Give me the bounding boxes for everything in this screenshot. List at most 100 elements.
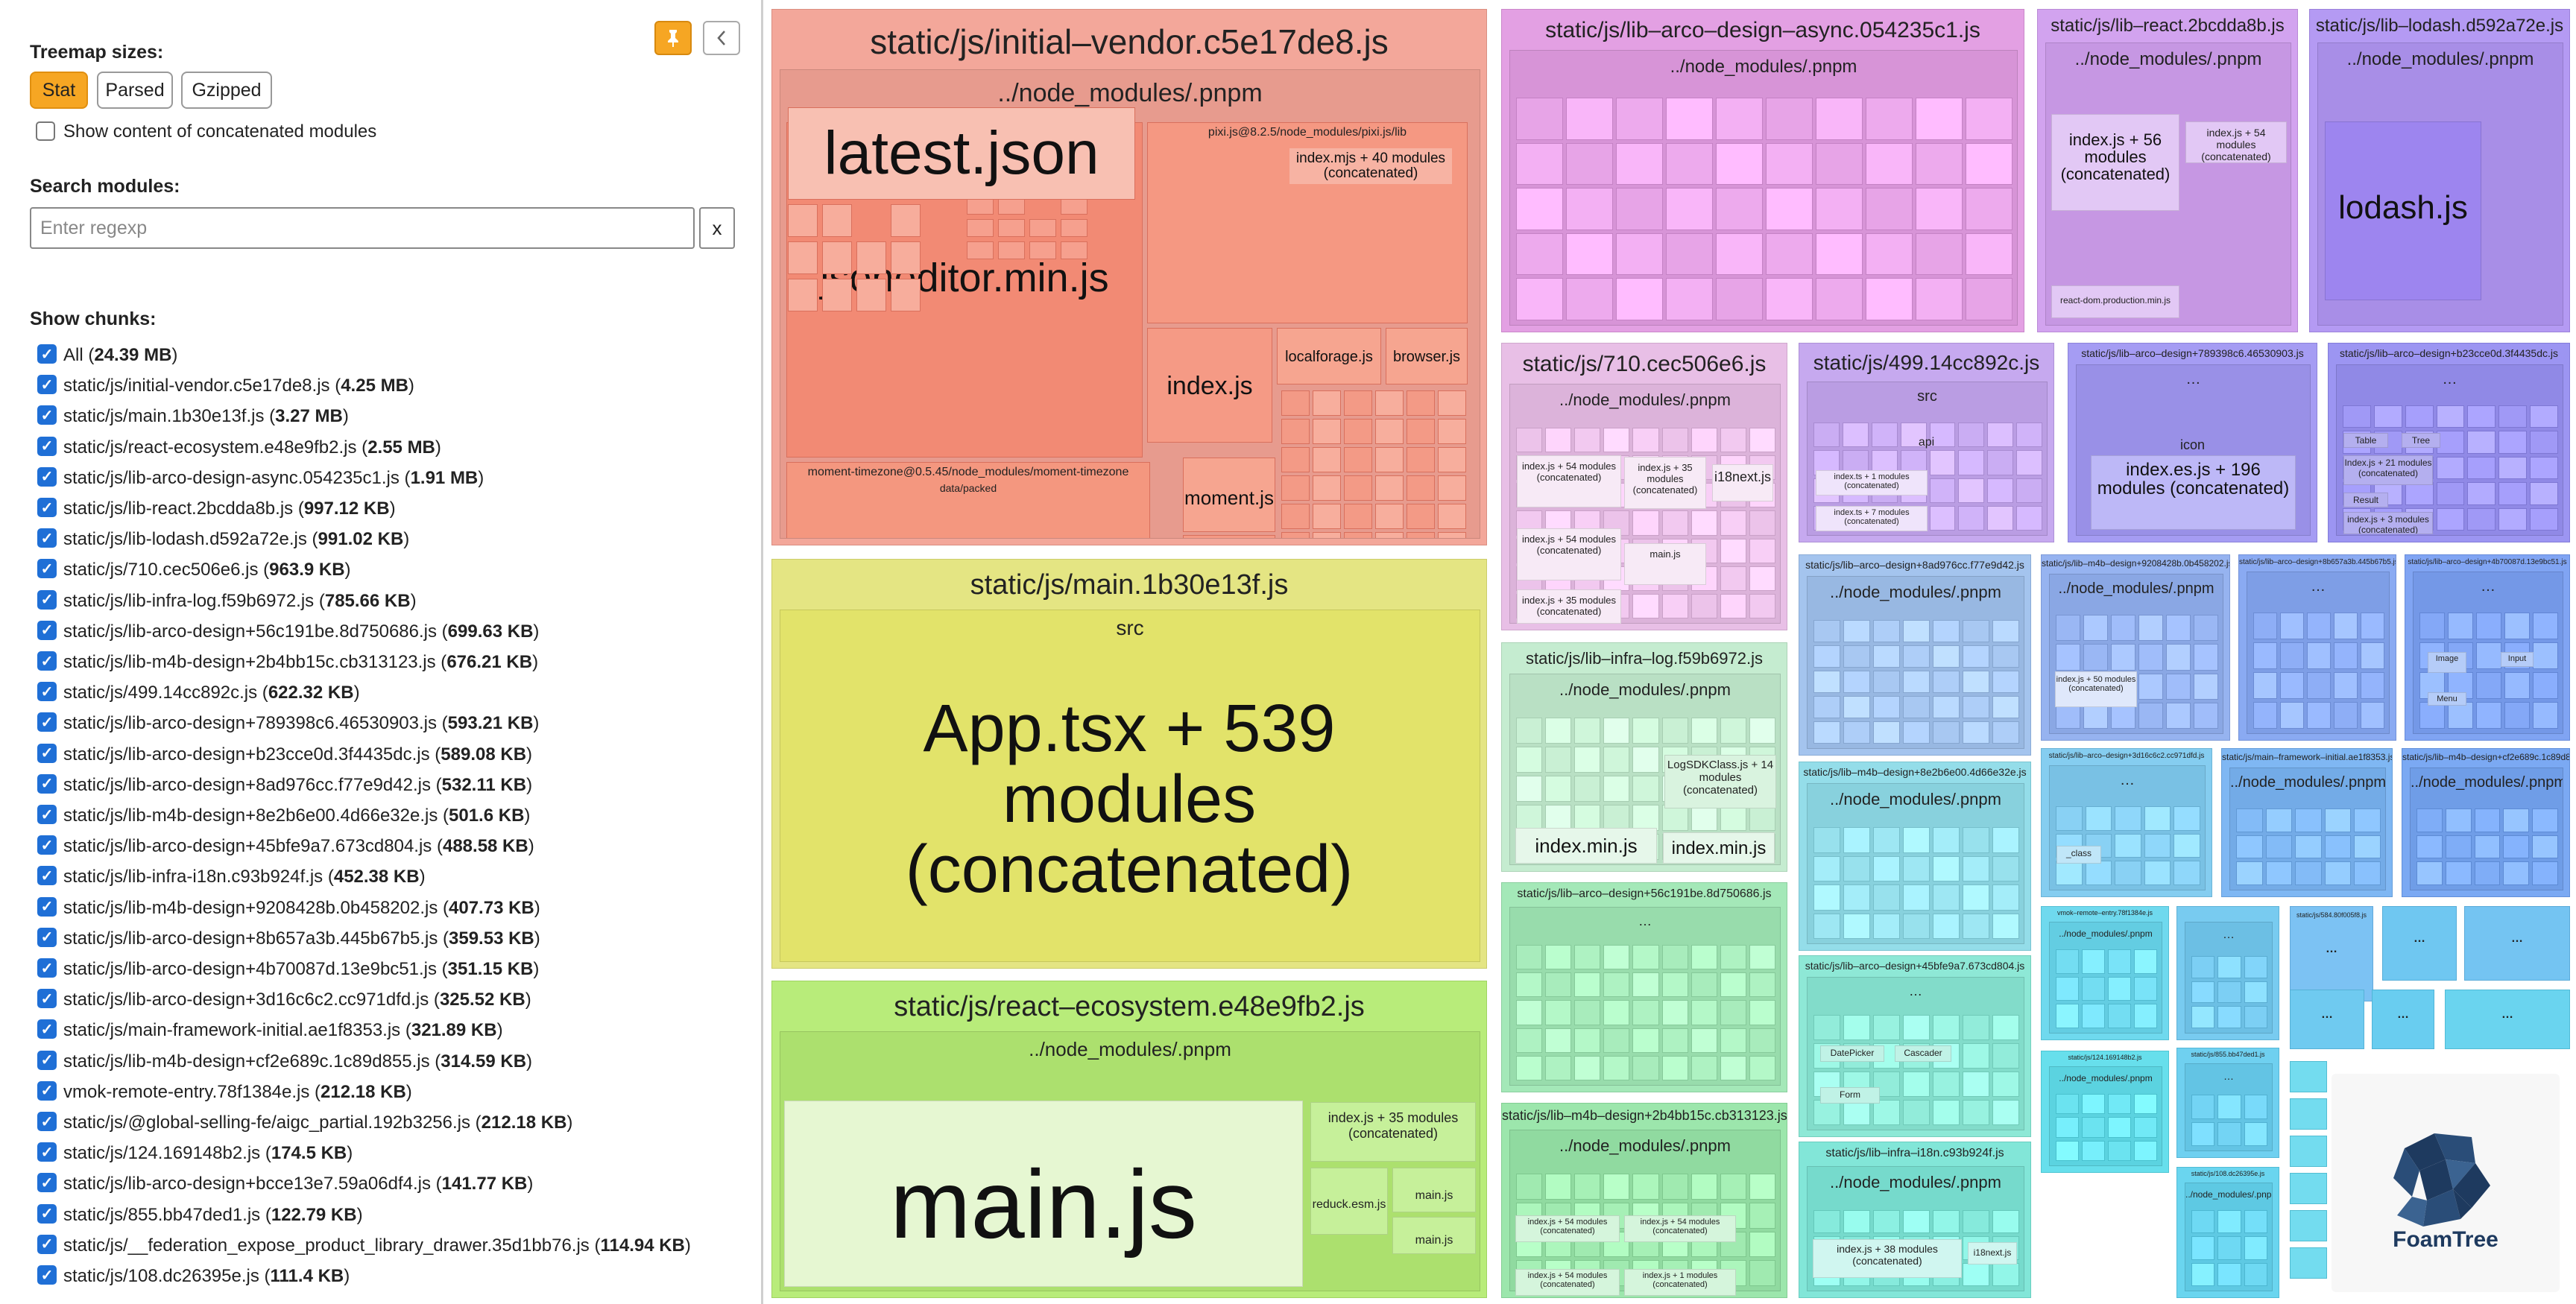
module-cell[interactable] [2474,861,2501,885]
module-cell[interactable] [1603,805,1630,831]
module-cell[interactable] [1545,972,1572,998]
module-cell[interactable] [2108,1140,2131,1161]
module-cell[interactable] [967,219,994,237]
module-item[interactable]: Menu [2428,692,2466,706]
module-cell[interactable] [1313,475,1341,501]
module-cell[interactable] [2108,976,2131,1001]
module-cell[interactable] [1632,805,1659,831]
module-cell[interactable] [1616,188,1663,230]
module-cell[interactable] [2504,613,2530,639]
module-cell[interactable] [1749,1202,1775,1229]
module-cell[interactable] [1516,428,1543,453]
module-cell[interactable] [2405,405,2434,428]
module-cell[interactable] [1916,142,1963,186]
module-cell[interactable] [1720,945,1746,970]
module-group[interactable]: ../node_modules/.pnpm [2049,1066,2162,1166]
module-cell[interactable] [2056,1094,2079,1115]
module-cell[interactable] [2419,702,2445,729]
module-cell[interactable] [1516,718,1543,744]
module-item[interactable]: Form [1820,1087,1880,1104]
module-cell[interactable] [1545,1055,1572,1080]
module-reduck[interactable]: reduck.esm.js [1310,1168,1388,1235]
module-logsdk[interactable]: LogSDKClass.js + 14 modules (concatenate… [1664,755,1776,808]
module-cell[interactable] [2217,956,2241,978]
module-cell[interactable] [1438,532,1466,538]
module-cell[interactable] [856,279,886,311]
module-cell[interactable] [1344,504,1372,529]
module-cell[interactable] [1873,1015,1900,1040]
module-cell[interactable] [1690,1000,1717,1025]
module-cell[interactable] [2533,642,2558,669]
module-cell[interactable] [1966,98,2012,140]
module-cell[interactable] [2445,861,2472,885]
chunk-tile[interactable]: … [2382,906,2457,981]
module-cell[interactable] [1903,671,1930,693]
module-cell[interactable] [2504,702,2530,729]
module-cell[interactable] [1716,188,1763,230]
module-cell[interactable] [1720,1174,1746,1200]
module-cell[interactable] [2144,833,2171,858]
module-cell[interactable] [2191,1095,2215,1119]
module-group[interactable]: … [2247,572,2390,734]
module-cell[interactable] [1873,913,1900,939]
module-cell[interactable] [2108,1117,2131,1138]
module-cell[interactable] [2056,1140,2079,1161]
module-index-esm[interactable]: index.esm.js [1183,535,1275,538]
module-latest-json[interactable]: latest.json [788,107,1135,200]
module-group[interactable]: ../node_modules/.pnpm [1807,783,2024,944]
module-cell[interactable] [2191,1006,2215,1028]
size-parsed-button[interactable]: Parsed [97,72,173,109]
module-cell[interactable] [2334,702,2358,729]
module-cell[interactable] [1992,884,2019,911]
module-cell[interactable] [2533,702,2558,729]
module-cell[interactable] [1843,721,1870,744]
module-index-js[interactable]: index.js + 35 modules (concatenated) [1517,589,1621,624]
module-cell[interactable] [1766,142,1813,186]
module-cell[interactable] [2244,1210,2267,1234]
module-cell[interactable] [1407,390,1435,416]
module-cell[interactable] [1574,1000,1601,1025]
module-cell[interactable] [2191,1210,2215,1234]
module-cell[interactable] [2416,835,2443,859]
module-cell[interactable] [2354,835,2381,859]
module-cell[interactable] [1616,278,1663,320]
module-cell[interactable] [2476,613,2501,639]
module-cell[interactable] [1716,142,1763,186]
module-cell[interactable] [2138,673,2163,700]
module-cell[interactable] [1574,805,1601,831]
module-cell[interactable] [1566,232,1613,276]
module-cell[interactable] [1813,721,1840,744]
module-cell[interactable] [2082,949,2105,974]
module-cell[interactable] [1873,827,1900,853]
module-cell[interactable] [2295,861,2322,885]
module-cell[interactable] [2138,702,2163,729]
module-cell[interactable] [1873,696,1900,718]
module-cell[interactable] [2083,644,2108,671]
module-cell[interactable] [2504,672,2530,699]
module-cell[interactable] [2361,613,2384,639]
module-cell[interactable] [2532,835,2558,859]
module-cell[interactable] [2244,956,2267,978]
chunk-tile[interactable]: static/js/124.169148b2.js ../node_modules… [2041,1051,2169,1173]
module-cell[interactable] [1873,884,1900,911]
module-browser[interactable]: browser.js [1386,328,1468,384]
module-cell[interactable] [1690,805,1717,831]
module-cell[interactable] [1545,805,1572,831]
chunk-tile[interactable]: static/js/react–ecosystem.e48e9fb2.js ../… [771,981,1487,1298]
module-index-js[interactable]: index.js + 54 modules (concatenated) [1515,1269,1620,1296]
module-cell[interactable] [1661,718,1688,744]
module-cell[interactable] [2476,702,2501,729]
module-cell[interactable] [2056,861,2083,885]
module-cell[interactable] [1545,776,1572,802]
module-cell[interactable] [2082,1140,2105,1161]
module-cell[interactable] [2108,949,2131,974]
module-index-ts[interactable]: index.ts + 1 modules (concatenated) [1816,470,1928,496]
module-cell[interactable] [2419,613,2445,639]
module-cell[interactable] [1438,419,1466,444]
module-cell[interactable] [2265,808,2293,832]
module-cell[interactable] [1029,241,1056,259]
module-cell[interactable] [1749,1055,1775,1080]
chunk-tile[interactable]: static/js/lib–arco–design+b23cce0d.3f443… [2328,343,2570,542]
module-index-es[interactable]: index.es.js + 196 modules (concatenated) [2091,455,2296,530]
module-cell[interactable] [2361,642,2384,669]
